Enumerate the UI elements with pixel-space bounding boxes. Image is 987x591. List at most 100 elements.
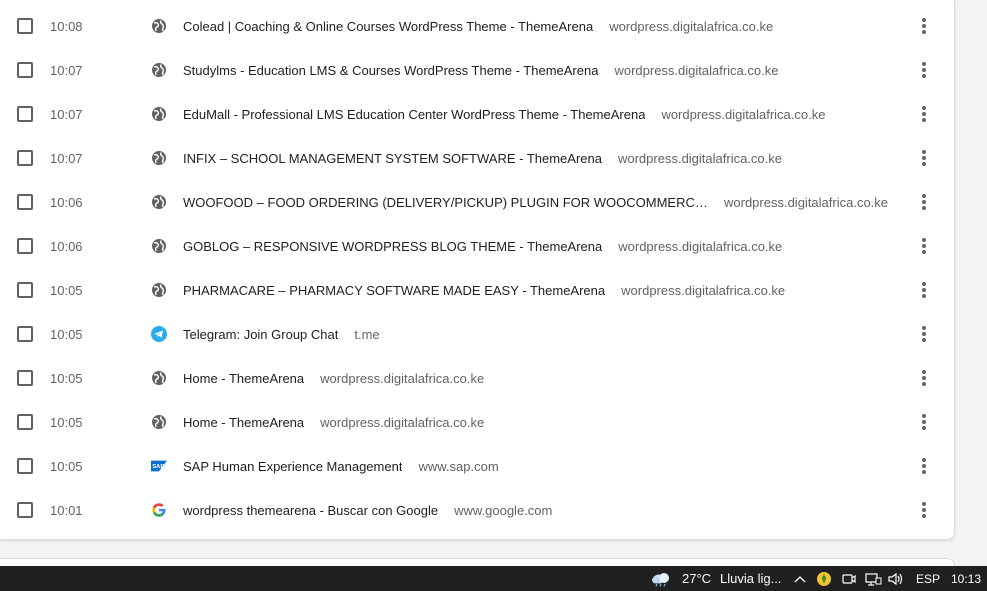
history-entry: 10:05 Home - ThemeArena wordpress.digitala…	[0, 400, 954, 444]
select-checkbox[interactable]	[17, 18, 33, 34]
entry-time: 10:08	[50, 18, 83, 34]
entry-domain: wordpress.digitalafrica.co.ke	[661, 106, 826, 122]
entry-time: 10:05	[50, 370, 83, 386]
entry-time: 10:05	[50, 326, 83, 342]
entry-link[interactable]: wordpress themearena - Buscar con Google…	[183, 503, 894, 518]
select-checkbox[interactable]	[17, 106, 33, 122]
entry-link[interactable]: Telegram: Join Group Chat t.me	[183, 327, 894, 342]
entry-domain: www.google.com	[454, 502, 553, 518]
more-actions-icon[interactable]	[914, 14, 934, 38]
svg-text:SAP: SAP	[152, 464, 164, 470]
entry-title[interactable]: Studylms - Education LMS & Courses WordP…	[183, 63, 598, 78]
more-actions-icon[interactable]	[914, 498, 934, 522]
more-actions-icon[interactable]	[914, 102, 934, 126]
clock[interactable]: 10:13	[951, 566, 981, 591]
security-app-icon[interactable]	[816, 566, 832, 591]
history-entry: 10:05 Telegram: Join Group Chat t.me	[0, 312, 954, 356]
meet-now-icon[interactable]	[841, 566, 857, 591]
more-actions-icon[interactable]	[914, 234, 934, 258]
entry-title[interactable]: PHARMACARE – PHARMACY SOFTWARE MADE EASY…	[183, 283, 605, 298]
entry-link[interactable]: Studylms - Education LMS & Courses WordP…	[183, 63, 894, 78]
entry-domain: wordpress.digitalafrica.co.ke	[618, 238, 783, 254]
taskbar: 27°C Lluvia lig... ESP 10:13	[0, 566, 987, 591]
entry-domain: wordpress.digitalafrica.co.ke	[320, 370, 485, 386]
globe-icon	[151, 194, 167, 210]
entry-title[interactable]: GOBLOG – RESPONSIVE WORDPRESS BLOG THEME…	[183, 239, 602, 254]
more-actions-icon[interactable]	[914, 58, 934, 82]
entry-time: 10:01	[50, 502, 83, 518]
entry-domain: www.sap.com	[418, 458, 499, 474]
entry-time: 10:07	[50, 150, 83, 166]
globe-icon	[151, 370, 167, 386]
entry-link[interactable]: GOBLOG – RESPONSIVE WORDPRESS BLOG THEME…	[183, 239, 894, 254]
history-entry: 10:05 PHARMACARE – PHARMACY SOFTWARE MADE…	[0, 268, 954, 312]
entry-time: 10:06	[50, 194, 83, 210]
entry-time: 10:07	[50, 62, 83, 78]
history-entry: 10:05 Home - ThemeArena wordpress.digitala…	[0, 356, 954, 400]
telegram-icon	[151, 326, 167, 342]
entry-title[interactable]: Telegram: Join Group Chat	[183, 327, 338, 342]
entry-time: 10:05	[50, 282, 83, 298]
entry-link[interactable]: WOOFOOD – FOOD ORDERING (DELIVERY/PICKUP…	[183, 195, 894, 210]
select-checkbox[interactable]	[17, 370, 33, 386]
more-actions-icon[interactable]	[914, 454, 934, 478]
globe-icon	[151, 62, 167, 78]
entry-domain: wordpress.digitalafrica.co.ke	[724, 194, 889, 210]
entry-domain: wordpress.digitalafrica.co.ke	[609, 18, 774, 34]
more-actions-icon[interactable]	[914, 322, 934, 346]
entry-time: 10:07	[50, 106, 83, 122]
entry-domain: wordpress.digitalafrica.co.ke	[320, 414, 485, 430]
select-checkbox[interactable]	[17, 326, 33, 342]
entry-title[interactable]: SAP Human Experience Management	[183, 459, 402, 474]
select-checkbox[interactable]	[17, 282, 33, 298]
entry-title[interactable]: WOOFOOD – FOOD ORDERING (DELIVERY/PICKUP…	[183, 195, 708, 210]
entry-domain: wordpress.digitalafrica.co.ke	[621, 282, 786, 298]
entry-title[interactable]: INFIX – SCHOOL MANAGEMENT SYSTEM SOFTWAR…	[183, 151, 602, 166]
globe-icon	[151, 414, 167, 430]
globe-icon	[151, 150, 167, 166]
entry-title[interactable]: Colead | Coaching & Online Courses WordP…	[183, 19, 593, 34]
entry-link[interactable]: Home - ThemeArena wordpress.digitalafrica…	[183, 371, 894, 386]
entry-time: 10:05	[50, 458, 83, 474]
cloud-rain-icon	[650, 571, 672, 587]
entry-link[interactable]: SAP Human Experience Management www.sap.c…	[183, 459, 894, 474]
more-actions-icon[interactable]	[914, 410, 934, 434]
weather-widget[interactable]	[650, 566, 672, 591]
select-checkbox[interactable]	[17, 238, 33, 254]
select-checkbox[interactable]	[17, 502, 33, 518]
more-actions-icon[interactable]	[914, 366, 934, 390]
select-checkbox[interactable]	[17, 458, 33, 474]
entry-link[interactable]: PHARMACARE – PHARMACY SOFTWARE MADE EASY…	[183, 283, 894, 298]
entry-link[interactable]: EduMall - Professional LMS Education Cen…	[183, 107, 894, 122]
entry-title[interactable]: wordpress themearena - Buscar con Google	[183, 503, 438, 518]
entry-title[interactable]: EduMall - Professional LMS Education Cen…	[183, 107, 645, 122]
history-card: 10:08 Colead | Coaching & Online Courses …	[0, 0, 955, 540]
globe-icon	[151, 18, 167, 34]
history-entry: 10:06 GOBLOG – RESPONSIVE WORDPRESS BLOG …	[0, 224, 954, 268]
select-checkbox[interactable]	[17, 414, 33, 430]
globe-icon	[151, 106, 167, 122]
entry-title[interactable]: Home - ThemeArena	[183, 371, 304, 386]
select-checkbox[interactable]	[17, 62, 33, 78]
network-icon[interactable]	[864, 566, 882, 591]
history-entry: 10:06 WOOFOOD – FOOD ORDERING (DELIVERY/P…	[0, 180, 954, 224]
more-actions-icon[interactable]	[914, 278, 934, 302]
more-actions-icon[interactable]	[914, 190, 934, 214]
weather-description[interactable]: Lluvia lig...	[720, 566, 781, 591]
history-entry: 10:07 Studylms - Education LMS & Courses …	[0, 48, 954, 92]
entry-link[interactable]: INFIX – SCHOOL MANAGEMENT SYSTEM SOFTWAR…	[183, 151, 894, 166]
entry-domain: wordpress.digitalafrica.co.ke	[617, 150, 783, 166]
language-indicator[interactable]: ESP	[916, 566, 940, 591]
entry-time: 10:05	[50, 414, 83, 430]
weather-temperature[interactable]: 27°C	[682, 566, 711, 591]
entry-link[interactable]: Colead | Coaching & Online Courses WordP…	[183, 19, 894, 34]
entry-link[interactable]: Home - ThemeArena wordpress.digitalafrica…	[183, 415, 894, 430]
entry-domain: t.me	[354, 326, 380, 342]
select-checkbox[interactable]	[17, 194, 33, 210]
chevron-up-icon[interactable]	[793, 566, 807, 591]
more-actions-icon[interactable]	[914, 146, 934, 170]
volume-icon[interactable]	[887, 566, 905, 591]
sap-icon: SAP	[151, 458, 167, 474]
entry-title[interactable]: Home - ThemeArena	[183, 415, 304, 430]
select-checkbox[interactable]	[17, 150, 33, 166]
